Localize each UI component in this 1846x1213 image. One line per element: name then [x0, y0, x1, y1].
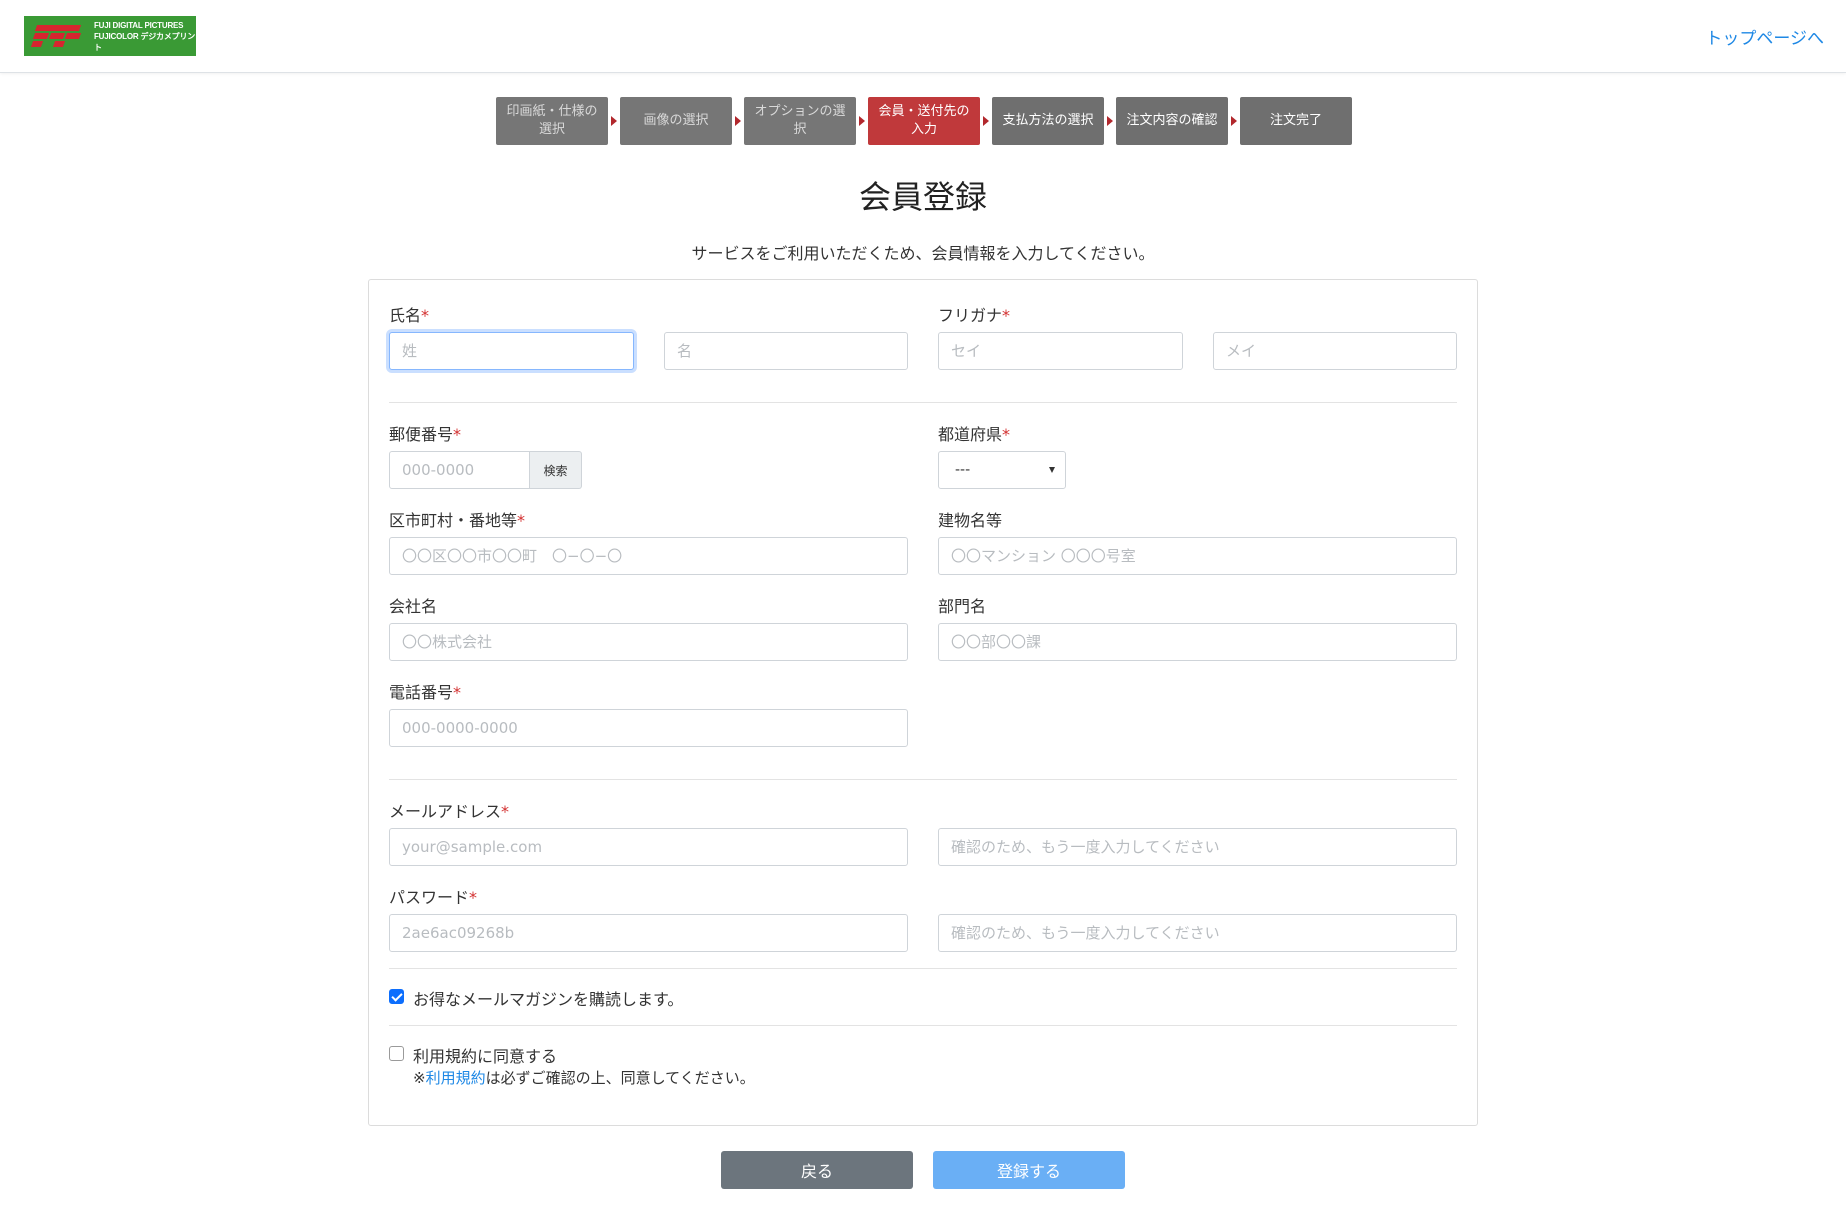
address-label-text: 区市町村・番地等: [389, 511, 518, 530]
name-label: 氏名*: [389, 302, 429, 326]
email-confirm-input[interactable]: [938, 828, 1457, 866]
email-input[interactable]: [389, 828, 908, 866]
required-mark: *: [1002, 306, 1011, 325]
company-label: 会社名: [389, 597, 438, 616]
step-options: オプションの選択: [744, 97, 856, 145]
step-payment: 支払方法の選択: [992, 97, 1104, 145]
section-divider: [389, 1025, 1457, 1026]
department-input[interactable]: [938, 623, 1457, 661]
step-arrow-icon: [1228, 97, 1240, 145]
newsletter-checkbox[interactable]: [389, 989, 404, 1004]
prefecture-select[interactable]: ---: [938, 451, 1066, 489]
last-name-input[interactable]: [389, 332, 634, 370]
terms-link[interactable]: 利用規約: [426, 1069, 486, 1087]
prefecture-label-text: 都道府県: [938, 425, 1003, 444]
section-divider: [389, 402, 1457, 403]
fujicolor-logo[interactable]: FUJI DIGITAL PICTURES FUJICOLOR デジカメプリント: [24, 16, 196, 56]
kana-label-text: フリガナ: [938, 306, 1003, 325]
email-label: メールアドレス*: [389, 798, 509, 822]
password-label: パスワード*: [389, 884, 477, 908]
logo-text: FUJI DIGITAL PICTURES FUJICOLOR デジカメプリント: [94, 20, 196, 53]
required-mark: *: [469, 888, 478, 907]
required-mark: *: [453, 425, 462, 444]
terms-note-prefix: ※: [413, 1069, 426, 1087]
password-label-text: パスワード: [389, 888, 470, 907]
site-header: FUJI DIGITAL PICTURES FUJICOLOR デジカメプリント…: [0, 0, 1846, 73]
password-input[interactable]: [389, 914, 908, 952]
step-confirm: 注文内容の確認: [1116, 97, 1228, 145]
step-arrow-icon: [1104, 97, 1116, 145]
section-divider: [389, 779, 1457, 780]
step-member-shipping: 会員・送付先の入力: [868, 97, 980, 145]
step-arrow-icon: [608, 97, 620, 145]
top-page-link[interactable]: トップページへ: [1705, 24, 1824, 49]
phone-input[interactable]: [389, 709, 908, 747]
kana-label: フリガナ*: [938, 302, 1010, 326]
first-name-kana-input[interactable]: [1213, 332, 1457, 370]
prefecture-label: 都道府県*: [938, 421, 1010, 445]
company-input[interactable]: [389, 623, 908, 661]
newsletter-label[interactable]: お得なメールマガジンを購読します。: [413, 986, 683, 1010]
postal-label-text: 郵便番号: [389, 425, 454, 444]
step-arrow-icon: [856, 97, 868, 145]
registration-form: 氏名* フリガナ* 郵便番号* 検索 都道府県* --- 区市町村・番地等* 建…: [368, 279, 1478, 1126]
chevron-down-icon: [1049, 467, 1055, 473]
building-label: 建物名等: [938, 511, 1003, 530]
step-arrow-icon: [732, 97, 744, 145]
email-label-text: メールアドレス: [389, 802, 502, 821]
required-mark: *: [453, 683, 462, 702]
required-mark: *: [421, 306, 430, 325]
address-input[interactable]: [389, 537, 908, 575]
required-mark: *: [501, 802, 510, 821]
order-steps: 印画紙・仕様の選択 画像の選択 オプションの選択 会員・送付先の入力 支払方法の…: [496, 97, 1352, 145]
terms-note-suffix: は必ずご確認の上、同意してください。: [485, 1069, 755, 1087]
fuji-logo-icon: [30, 23, 84, 49]
register-button[interactable]: 登録する: [933, 1151, 1125, 1189]
postal-label: 郵便番号*: [389, 421, 461, 445]
last-name-kana-input[interactable]: [938, 332, 1183, 370]
page-title: 会員登録: [858, 178, 987, 216]
section-divider: [389, 968, 1457, 969]
postal-code-input[interactable]: [389, 451, 530, 489]
building-input[interactable]: [938, 537, 1457, 575]
address-label: 区市町村・番地等*: [389, 507, 525, 531]
step-arrow-icon: [980, 97, 992, 145]
required-mark: *: [517, 511, 526, 530]
terms-label[interactable]: 利用規約に同意する: [413, 1043, 557, 1067]
logo-line-2: FUJICOLOR デジカメプリント: [94, 31, 196, 52]
required-mark: *: [1002, 425, 1011, 444]
page-lead: サービスをご利用いただくため、会員情報を入力してください。: [691, 244, 1155, 263]
department-label: 部門名: [938, 597, 987, 616]
terms-note: ※利用規約は必ずご確認の上、同意してください。: [413, 1067, 755, 1088]
step-complete: 注文完了: [1240, 97, 1352, 145]
postal-search-button[interactable]: 検索: [530, 451, 582, 489]
prefecture-value: ---: [955, 462, 971, 478]
terms-checkbox[interactable]: [389, 1046, 404, 1061]
phone-label: 電話番号*: [389, 679, 461, 703]
step-images: 画像の選択: [620, 97, 732, 145]
password-confirm-input[interactable]: [938, 914, 1457, 952]
name-label-text: 氏名: [389, 306, 422, 325]
phone-label-text: 電話番号: [389, 683, 454, 702]
first-name-input[interactable]: [664, 332, 908, 370]
back-button[interactable]: 戻る: [721, 1151, 913, 1189]
logo-line-1: FUJI DIGITAL PICTURES: [94, 20, 184, 30]
step-paper: 印画紙・仕様の選択: [496, 97, 608, 145]
